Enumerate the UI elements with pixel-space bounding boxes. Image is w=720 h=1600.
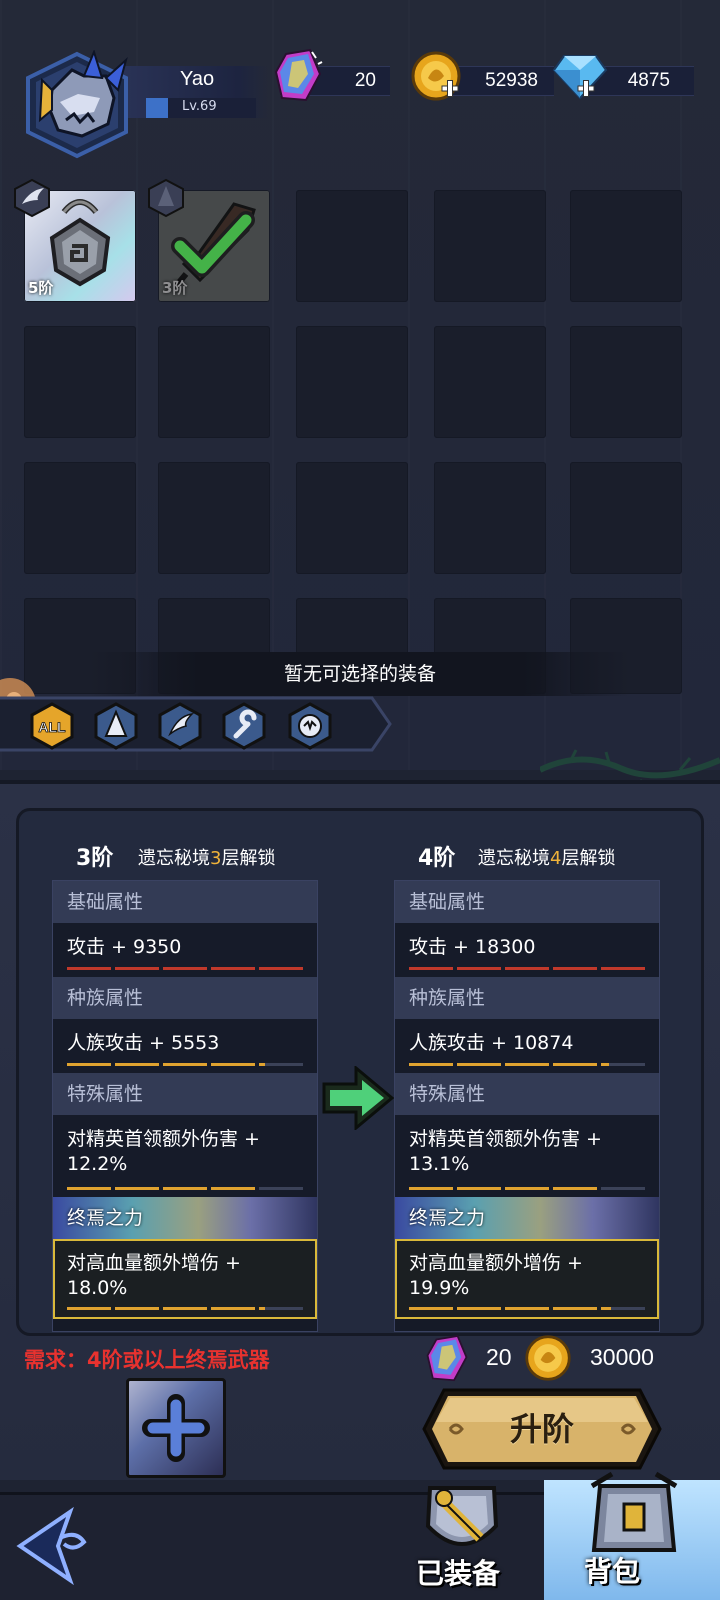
race-attr-head: 种族属性 xyxy=(53,977,317,1019)
base-attr-head: 基础属性 xyxy=(53,881,317,923)
empty-message: 暂无可选择的装备 xyxy=(90,652,630,696)
special-attr-head: 特殊属性 xyxy=(53,1073,317,1115)
player-level: Lv.69 xyxy=(182,99,217,114)
inventory-slot-empty xyxy=(296,462,408,574)
tier-label: 3阶 xyxy=(162,279,188,297)
tab-equipped-label: 已装备 xyxy=(416,1557,501,1590)
special-attr-bars xyxy=(67,1187,303,1190)
legend-power-head: 终焉之力 xyxy=(53,1197,317,1239)
requirement-text: 需求：4阶或以上终焉武器 xyxy=(24,1348,270,1372)
diamond-add-icon[interactable] xyxy=(552,52,608,106)
tab-bag[interactable]: 背包 xyxy=(548,1470,718,1600)
current-unlock-condition: 遗忘秘境3层解锁 xyxy=(138,848,276,869)
current-stat-card: 基础属性 攻击 + 9350 种族属性 人族攻击 + 5553 特殊属性 对精英… xyxy=(52,880,318,1332)
current-tier: 3阶 xyxy=(76,846,114,871)
add-material-slot[interactable] xyxy=(126,1378,226,1478)
base-attr-head: 基础属性 xyxy=(395,881,659,923)
filter-all-button[interactable]: ALL xyxy=(30,702,74,750)
diamond-count: 4875 xyxy=(627,70,670,91)
player-name: Yao xyxy=(180,68,215,90)
inventory-slot-empty xyxy=(434,190,546,302)
crystal-icon xyxy=(272,48,324,108)
inventory-slot-empty xyxy=(434,326,546,438)
filter-armor-button[interactable] xyxy=(94,702,138,750)
crystal-cost: 20 xyxy=(486,1344,512,1370)
inventory-slot-empty xyxy=(434,462,546,574)
armor-type-icon xyxy=(146,178,186,222)
inventory-slot-empty xyxy=(570,326,682,438)
legend-power-bars xyxy=(409,1307,645,1310)
special-attr-head: 特殊属性 xyxy=(395,1073,659,1115)
base-attr-bars xyxy=(67,967,303,970)
crystal-cost-icon xyxy=(424,1334,470,1388)
upgrade-label: 升阶 xyxy=(509,1410,574,1448)
filter-beast-button[interactable] xyxy=(288,702,332,750)
wing-type-icon xyxy=(12,178,52,222)
next-stat-card: 基础属性 攻击 + 18300 种族属性 人族攻击 + 10874 特殊属性 对… xyxy=(394,880,660,1332)
player-avatar[interactable] xyxy=(22,49,132,160)
inventory-slot-empty xyxy=(158,326,270,438)
race-attr-head: 种族属性 xyxy=(395,977,659,1019)
svg-text:ALL: ALL xyxy=(38,719,66,735)
armor-icon xyxy=(94,702,138,750)
plus-icon xyxy=(142,1394,210,1462)
next-unlock-condition: 遗忘秘境4层解锁 xyxy=(478,848,616,869)
filter-wing-button[interactable] xyxy=(158,702,202,750)
race-attr-bars xyxy=(409,1063,645,1066)
wrench-icon xyxy=(222,702,266,750)
inventory-slot-empty xyxy=(296,326,408,438)
inventory-slot-empty xyxy=(570,190,682,302)
base-attr-bars xyxy=(409,967,645,970)
gold-cost-icon xyxy=(524,1334,572,1386)
inventory-slot-empty xyxy=(24,462,136,574)
special-attr-bars xyxy=(409,1187,645,1190)
back-arrow-icon xyxy=(16,1506,87,1586)
inventory-slot-empty xyxy=(24,326,136,438)
tier-label: 5阶 xyxy=(28,279,54,297)
back-button[interactable] xyxy=(10,1498,110,1594)
special-attr-value: 对精英首领额外伤害 + 12.2% xyxy=(53,1115,317,1197)
dragon-helmet-icon xyxy=(26,49,128,159)
next-tier: 4阶 xyxy=(418,846,456,871)
tab-equipped[interactable]: 已装备 xyxy=(408,1470,518,1600)
upgrade-arrow-icon xyxy=(322,1066,394,1130)
legend-power-bars xyxy=(67,1307,303,1310)
beast-icon xyxy=(288,702,332,750)
filter-wrench-button[interactable] xyxy=(222,702,266,750)
gold-cost: 30000 xyxy=(590,1344,654,1370)
tab-bag-label: 背包 xyxy=(584,1555,641,1588)
special-attr-value: 对精英首领额外伤害 + 13.1% xyxy=(395,1115,659,1197)
upgrade-button[interactable]: 升阶 xyxy=(420,1386,664,1472)
wing-icon xyxy=(158,702,202,750)
gold-coin-add-icon[interactable] xyxy=(410,50,462,106)
legend-power-head: 终焉之力 xyxy=(395,1197,659,1239)
equipped-shield-icon xyxy=(425,1486,499,1546)
inventory-slot-empty xyxy=(570,462,682,574)
crystal-count: 20 xyxy=(354,70,376,91)
inventory-slot-empty xyxy=(296,190,408,302)
gold-count: 52938 xyxy=(485,70,538,91)
inventory-slot-empty xyxy=(158,462,270,574)
race-attr-bars xyxy=(67,1063,303,1066)
